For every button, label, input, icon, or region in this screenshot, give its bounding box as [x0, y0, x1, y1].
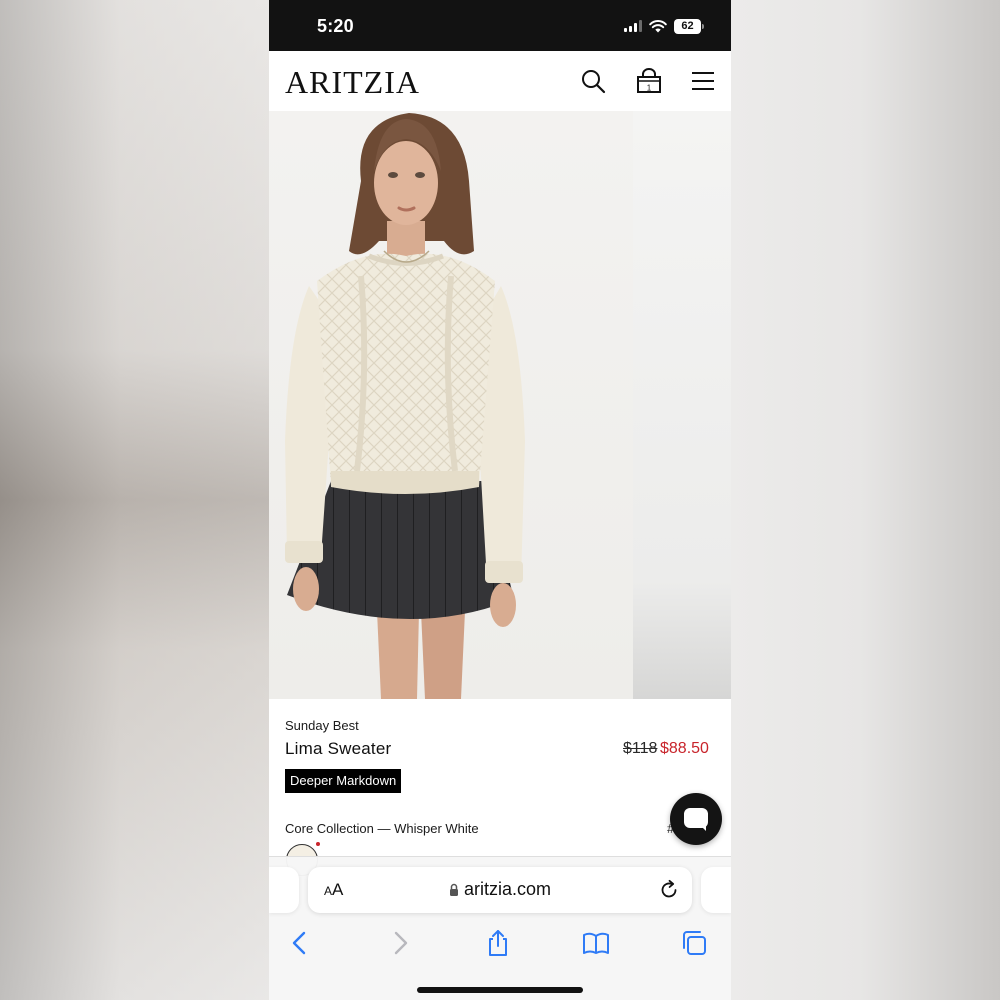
original-price: $118: [623, 740, 658, 757]
chat-icon: [684, 808, 708, 831]
chat-button[interactable]: [670, 793, 722, 845]
share-icon[interactable]: [484, 929, 512, 957]
product-image[interactable]: [269, 111, 731, 699]
svg-text:1: 1: [647, 84, 652, 93]
product-info: Sunday Best Lima Sweater $118 $88.50 Dee…: [269, 699, 731, 876]
reload-icon[interactable]: [658, 879, 680, 901]
product-name: Lima Sweater: [285, 739, 392, 758]
browser-nav: [269, 925, 731, 961]
bag-icon[interactable]: 1: [635, 67, 663, 95]
color-label: Core Collection — Whisper White: [285, 821, 479, 836]
tabs-icon[interactable]: [680, 929, 708, 957]
sale-price: $88.50: [660, 740, 709, 757]
bookmarks-icon[interactable]: [582, 929, 610, 957]
swatch-dot: [316, 842, 320, 846]
product-brand[interactable]: Sunday Best: [285, 718, 359, 733]
site-header: ARITZIA 1: [269, 51, 731, 111]
back-icon[interactable]: [286, 929, 314, 957]
url-text[interactable]: aritzia.com: [464, 879, 551, 900]
status-icons: 62: [624, 17, 704, 35]
lock-icon: [450, 883, 458, 896]
status-time: 5:20: [317, 16, 354, 36]
next-tab[interactable]: [701, 867, 731, 913]
previous-tab[interactable]: [269, 867, 299, 913]
background-blur: [0, 0, 270, 1000]
text-size-button[interactable]: AA: [324, 880, 343, 900]
battery-indicator: 62: [674, 18, 704, 34]
browser-toolbar: AA aritzia.com: [269, 856, 731, 1000]
search-icon[interactable]: [579, 67, 607, 95]
home-indicator: [417, 987, 583, 993]
wifi-icon: [649, 20, 667, 33]
address-bar[interactable]: AA aritzia.com: [308, 867, 692, 913]
signal-icon: [624, 20, 642, 32]
aritzia-logo[interactable]: ARITZIA: [285, 64, 420, 101]
markdown-badge: Deeper Markdown: [285, 769, 402, 793]
status-bar: 5:20 62: [269, 0, 731, 51]
menu-icon[interactable]: [689, 67, 717, 95]
forward-icon[interactable]: [386, 929, 414, 957]
phone-screen: 5:20 62 ARITZIA 1 Sunday Best Lima Sweat…: [269, 0, 731, 1000]
